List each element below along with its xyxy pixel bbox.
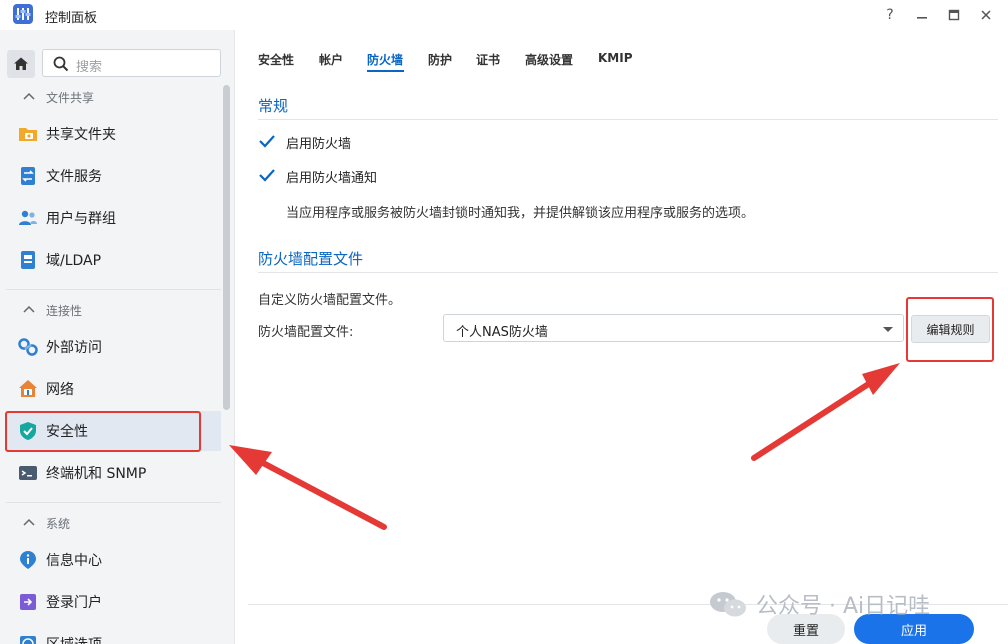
home-icon bbox=[14, 57, 28, 70]
users-groups-icon bbox=[19, 210, 37, 225]
chevron-up-icon bbox=[23, 92, 35, 100]
minimize-button[interactable] bbox=[911, 4, 933, 26]
sidebar-item-label: 登录门户 bbox=[46, 595, 102, 611]
watermark-text: 公众号 · Ai日记哇 bbox=[756, 594, 931, 619]
sidebar-item-regional-options[interactable]: 区域选项 bbox=[6, 624, 221, 644]
sidebar-item-file-services[interactable]: 文件服务 bbox=[6, 156, 221, 196]
enable-firewall-checkbox[interactable] bbox=[258, 132, 276, 150]
sidebar-item-ldap[interactable]: 域/LDAP bbox=[6, 240, 221, 280]
search-icon bbox=[53, 56, 69, 72]
search-placeholder: 搜索 bbox=[76, 60, 103, 75]
sidebar-item-label: 终端机和 SNMP bbox=[46, 466, 147, 482]
sidebar-item-label: 信息中心 bbox=[46, 553, 102, 569]
enable-firewall-notify-label[interactable]: 启用防火墙通知 bbox=[286, 167, 377, 186]
firewall-profile-select[interactable]: 个人NAS防火墙 bbox=[443, 314, 904, 342]
tab-active-indicator bbox=[367, 70, 404, 72]
sidebar-item-users-groups[interactable]: 用户与群组 bbox=[6, 198, 221, 238]
tab-certificate[interactable]: 证书 bbox=[476, 51, 500, 68]
minimize-icon bbox=[917, 17, 927, 19]
annotation-highlight-security bbox=[5, 411, 201, 452]
external-access-icon bbox=[18, 338, 38, 356]
watermark: 公众号 · Ai日记哇 bbox=[708, 588, 930, 620]
sidebar-item-label: 共享文件夹 bbox=[46, 127, 116, 143]
tab-security[interactable]: 安全性 bbox=[258, 51, 294, 68]
sidebar-item-label: 网络 bbox=[46, 382, 74, 398]
sidebar-item-external-access[interactable]: 外部访问 bbox=[6, 327, 221, 367]
tab-bar: 安全性 帐户 防火墙 防护 证书 高级设置 KMIP bbox=[236, 30, 1008, 88]
wechat-icon bbox=[710, 592, 746, 617]
sidebar: 搜索 文件共享 共享文件夹 文件服务 用户与群组 域/LDAP 连接性 外部访问… bbox=[0, 30, 235, 644]
tab-firewall[interactable]: 防火墙 bbox=[367, 51, 403, 68]
sidebar-item-login-portal[interactable]: 登录门户 bbox=[6, 582, 221, 622]
profile-description: 自定义防火墙配置文件。 bbox=[258, 293, 402, 308]
annotation-highlight-edit-rules bbox=[906, 297, 994, 362]
section-label: 系统 bbox=[46, 516, 71, 531]
chevron-up-icon bbox=[23, 518, 35, 526]
divider bbox=[6, 502, 221, 503]
sidebar-scrollbar[interactable] bbox=[223, 85, 230, 410]
section-label: 文件共享 bbox=[46, 90, 95, 105]
search-input[interactable]: 搜索 bbox=[42, 49, 221, 77]
enable-firewall-notify-checkbox[interactable] bbox=[258, 166, 276, 184]
network-icon bbox=[19, 380, 37, 397]
info-center-icon bbox=[20, 551, 36, 569]
close-icon bbox=[981, 10, 991, 20]
profile-field-label: 防火墙配置文件: bbox=[258, 325, 354, 340]
chevron-up-icon bbox=[23, 305, 35, 313]
sidebar-item-terminal-snmp[interactable]: 终端机和 SNMP bbox=[6, 453, 221, 493]
sidebar-item-label: 外部访问 bbox=[46, 340, 102, 356]
terminal-icon bbox=[19, 466, 37, 480]
sidebar-item-network[interactable]: 网络 bbox=[6, 369, 221, 409]
file-services-icon bbox=[21, 167, 35, 185]
section-header-system[interactable]: 系统 bbox=[0, 511, 221, 535]
profile-section-title: 防火墙配置文件 bbox=[258, 250, 364, 268]
divider bbox=[6, 289, 221, 290]
home-button[interactable] bbox=[7, 50, 35, 78]
notify-description: 当应用程序或服务被防火墙封锁时通知我，并提供解锁该应用程序或服务的选项。 bbox=[286, 206, 755, 221]
tab-protection[interactable]: 防护 bbox=[428, 51, 452, 68]
arrow-to-edit-rules bbox=[751, 363, 900, 461]
section-label: 连接性 bbox=[46, 303, 83, 318]
divider bbox=[258, 272, 998, 273]
regional-options-icon bbox=[20, 636, 36, 644]
sidebar-item-label: 用户与群组 bbox=[46, 211, 116, 227]
sidebar-item-label: 域/LDAP bbox=[46, 253, 102, 269]
section-header-connectivity[interactable]: 连接性 bbox=[0, 298, 221, 322]
help-button[interactable]: ? bbox=[879, 4, 901, 26]
login-portal-icon bbox=[20, 594, 36, 610]
sidebar-item-label: 文件服务 bbox=[46, 169, 102, 185]
control-panel-app-icon bbox=[13, 4, 33, 24]
tab-account[interactable]: 帐户 bbox=[319, 51, 343, 68]
section-header-file-sharing[interactable]: 文件共享 bbox=[0, 85, 221, 109]
sidebar-item-label: 区域选项 bbox=[46, 634, 102, 644]
general-section-title: 常规 bbox=[258, 97, 289, 115]
firewall-profile-value: 个人NAS防火墙 bbox=[456, 325, 548, 340]
tab-kmip[interactable]: KMIP bbox=[598, 51, 633, 65]
enable-firewall-label[interactable]: 启用防火墙 bbox=[286, 133, 351, 152]
caret-down-icon bbox=[883, 327, 893, 332]
window-title: 控制面板 bbox=[45, 11, 98, 26]
maximize-icon bbox=[948, 9, 960, 21]
shared-folder-icon bbox=[19, 128, 37, 141]
title-bar: 控制面板 ? bbox=[0, 0, 1008, 30]
close-button[interactable] bbox=[975, 4, 997, 26]
divider bbox=[258, 119, 998, 120]
tab-advanced[interactable]: 高级设置 bbox=[525, 51, 573, 68]
ldap-icon bbox=[21, 251, 35, 269]
maximize-button[interactable] bbox=[943, 4, 965, 26]
sidebar-item-shared-folder[interactable]: 共享文件夹 bbox=[6, 114, 221, 154]
sidebar-item-info-center[interactable]: 信息中心 bbox=[6, 540, 221, 580]
arrow-to-security bbox=[229, 445, 387, 530]
